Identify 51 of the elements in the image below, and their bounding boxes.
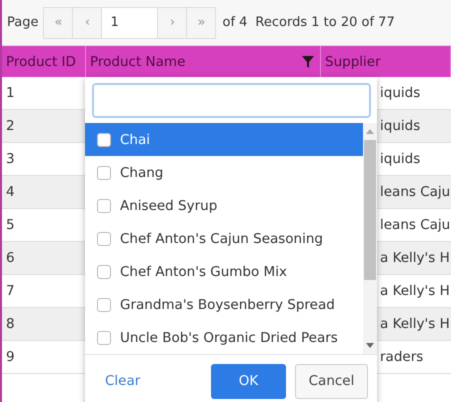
table-cell: 4 [6,184,15,200]
search-field[interactable] [92,83,371,118]
filter-option[interactable]: Chang [85,156,363,189]
checkbox[interactable] [97,132,111,146]
cancel-button[interactable]: Cancel [295,364,368,398]
table-cell: leans Caju [380,184,450,200]
checkbox[interactable] [97,330,111,344]
filter-option[interactable]: Grandma's Boysenberry Spread [85,288,363,321]
table-cell: 1 [6,85,15,101]
checkbox[interactable] [97,264,111,278]
table-cell: iquids [380,151,420,167]
checkbox[interactable] [97,198,111,212]
column-header[interactable]: Product Name [90,54,186,70]
filter-option[interactable]: Chai [85,123,363,156]
filter-option[interactable]: Uncle Bob's Organic Dried Pears [85,321,363,354]
filter-option[interactable]: Aniseed Syrup [85,189,363,222]
table-cell: iquids [380,85,420,101]
clear-link[interactable]: Clear [105,373,211,389]
table-cell: a Kelly's H [380,283,450,299]
table-cell: a Kelly's H [380,316,450,332]
table-cell: 7 [6,283,15,299]
page-label: Page [7,15,38,30]
next-page-button[interactable]: › [157,6,188,38]
table-cell: leans Caju [380,217,450,233]
checkbox[interactable] [97,232,111,246]
table-cell: 8 [6,316,15,332]
page-count: of 4 [222,15,248,30]
table-cell: 6 [6,250,15,266]
checkbox[interactable] [97,166,111,180]
scrollbar[interactable] [363,123,377,354]
previous-page-button[interactable]: ‹ [72,6,102,38]
scroll-down-icon[interactable] [366,343,374,348]
column-header[interactable]: Product ID [6,54,76,70]
table-cell: a Kelly's H [380,250,450,266]
table-cell: 3 [6,151,15,167]
page-number-field[interactable]: 1 [101,6,158,38]
table-cell: 2 [6,118,15,134]
table-cell: 9 [6,349,15,365]
column-header[interactable]: Supplier [325,54,381,70]
table-cell: raders [380,349,424,365]
table-cell: iquids [380,118,420,134]
table-cell: 5 [6,217,15,233]
checkbox[interactable] [97,298,111,312]
last-page-button[interactable]: » [186,6,216,38]
filter-option[interactable]: Chef Anton's Gumbo Mix [85,255,363,288]
records-info: Records 1 to 20 of 77 [255,15,395,30]
filter-icon[interactable] [302,56,314,68]
first-page-button[interactable]: « [43,6,74,38]
filter-option[interactable]: Chef Anton's Cajun Seasoning [85,222,363,255]
ok-button[interactable]: OK [211,364,286,398]
scroll-up-icon[interactable] [366,129,374,134]
